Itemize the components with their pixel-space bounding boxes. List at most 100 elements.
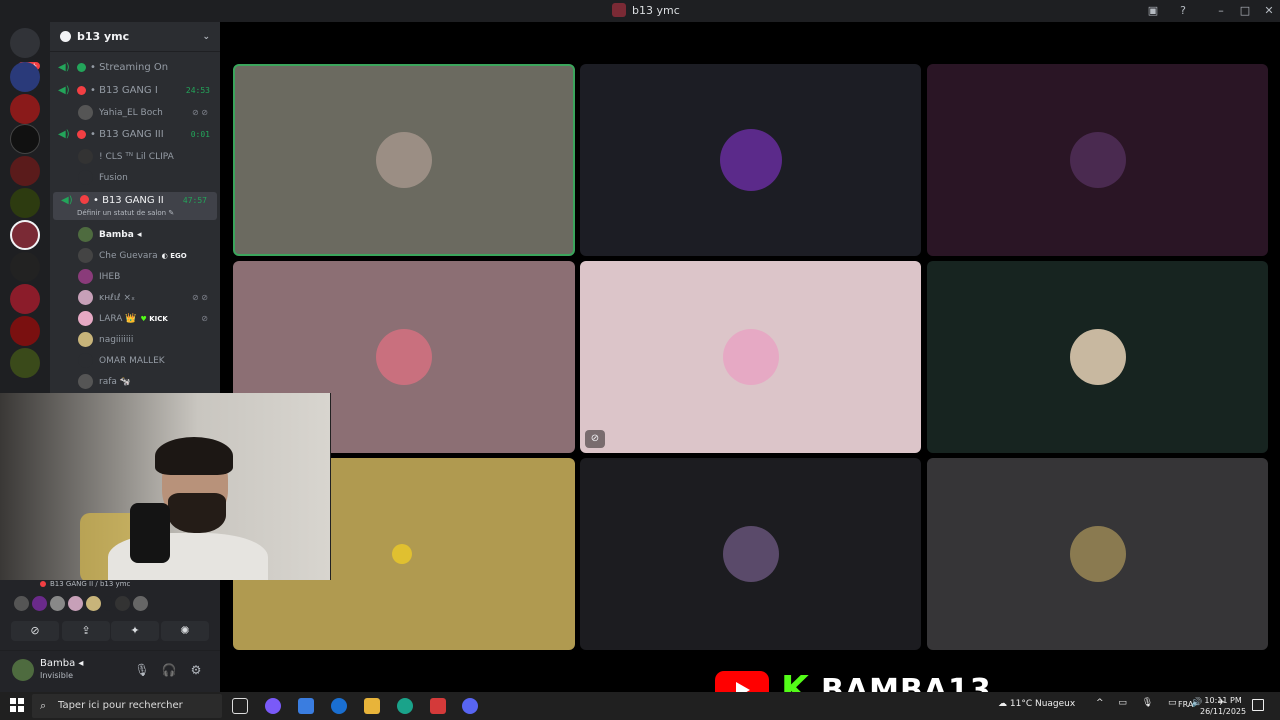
windows-start-icon[interactable] xyxy=(10,698,24,712)
minimize-button[interactable]: – xyxy=(1213,3,1229,19)
server-icon-4[interactable] xyxy=(10,252,40,282)
voice-user[interactable]: LARA 👑 KICK ⊘ xyxy=(50,308,220,329)
calendar-app-icon[interactable] xyxy=(298,698,314,714)
voice-user[interactable]: nagiiiiiii xyxy=(50,329,220,350)
taskbar-clock[interactable]: 10:11 PM 26/11/2025 xyxy=(1200,695,1246,717)
camera-off-button[interactable]: ⊘ xyxy=(11,621,59,641)
participant-tile[interactable] xyxy=(580,458,921,650)
user-name: LARA 👑 xyxy=(99,313,137,324)
voice-user[interactable]: Yahia_EL Boch ⊘ ⊘ xyxy=(50,102,220,123)
avatar[interactable] xyxy=(14,596,29,611)
user-name: IHEB xyxy=(99,271,121,282)
close-button[interactable]: ✕ xyxy=(1261,3,1277,19)
set-channel-status-link[interactable]: Définir un statut de salon ✎ xyxy=(77,209,174,217)
participant-tile[interactable] xyxy=(580,64,921,256)
taskbar-search[interactable]: ⌕ Taper ici pour rechercher xyxy=(32,694,222,718)
participant-tile[interactable] xyxy=(927,261,1268,453)
participant-tile[interactable] xyxy=(233,64,575,256)
avatar[interactable] xyxy=(32,596,47,611)
status-dot xyxy=(77,130,86,139)
avatar[interactable] xyxy=(86,596,101,611)
voice-channel-gang2[interactable]: ◀) • B13 GANG II 47:57 Définir un statut… xyxy=(53,192,217,220)
direct-messages-icon[interactable] xyxy=(10,28,40,58)
voice-channel-streaming[interactable]: ◀) • Streaming On xyxy=(50,56,220,79)
voice-user[interactable]: IHEB xyxy=(50,266,220,287)
store-app-icon[interactable] xyxy=(430,698,446,714)
speaker-icon: ◀) xyxy=(58,129,70,140)
participant-avatar xyxy=(1069,132,1126,188)
voice-user[interactable]: Che Guevara ◐ EGO xyxy=(50,245,220,266)
voice-user[interactable]: rafa 🐄 xyxy=(50,371,220,392)
server-icon-3[interactable] xyxy=(10,156,40,186)
file-explorer-icon[interactable] xyxy=(364,698,380,714)
language-indicator[interactable]: FRA xyxy=(1178,700,1193,709)
copilot-icon[interactable] xyxy=(265,698,281,714)
weather-widget[interactable]: ☁ 11°C Nuageux xyxy=(998,699,1075,709)
status-dot xyxy=(77,63,86,72)
participant-tile[interactable] xyxy=(927,64,1268,256)
guild-tag: ◐ EGO xyxy=(161,251,187,260)
avatar[interactable] xyxy=(104,596,112,611)
user-name: ! CLS ᵀᴺ Lil CLIPA xyxy=(99,151,174,162)
webcam-person-hair xyxy=(155,437,233,475)
voice-user[interactable]: OMAR MALLEK xyxy=(50,350,220,371)
channel-name: • Streaming On xyxy=(90,62,169,73)
outlook-icon[interactable] xyxy=(331,698,347,714)
participant-avatar xyxy=(722,526,779,582)
speaker-icon: ◀) xyxy=(61,195,73,206)
server-icon-bamba[interactable] xyxy=(10,188,40,218)
server-icon-7[interactable] xyxy=(10,348,40,378)
chevron-down-icon[interactable]: ⌄ xyxy=(202,32,210,42)
soundboard-button[interactable]: ✺ xyxy=(161,621,209,641)
voice-channel-gang1[interactable]: ◀) • B13 GANG I 24:53 xyxy=(50,79,220,102)
server-icon-5[interactable] xyxy=(10,284,40,314)
status-dot xyxy=(40,581,46,587)
avatar xyxy=(78,269,93,284)
task-view-icon[interactable] xyxy=(232,698,248,714)
participant-tile[interactable] xyxy=(927,458,1268,650)
avatar[interactable] xyxy=(115,596,130,611)
status-dot xyxy=(77,86,86,95)
status-dot xyxy=(80,195,89,204)
voice-connection-text[interactable]: B13 GANG II / b13 ymc xyxy=(50,580,130,588)
inbox-icon[interactable]: ▣ xyxy=(1145,3,1161,19)
help-icon[interactable]: ? xyxy=(1175,3,1191,19)
participant-tile[interactable]: ⊘ xyxy=(580,261,921,453)
discord-app-icon[interactable] xyxy=(462,698,478,714)
activities-button[interactable]: ✦ xyxy=(111,621,159,641)
server-icon-1[interactable] xyxy=(10,62,40,92)
avatar[interactable] xyxy=(133,596,148,611)
notifications-icon[interactable] xyxy=(1252,699,1264,711)
edge-browser-icon[interactable] xyxy=(397,698,413,714)
avatar[interactable] xyxy=(68,596,83,611)
screen-share-button[interactable]: ⇪ xyxy=(62,621,110,641)
server-icon-6[interactable] xyxy=(10,316,40,346)
voice-user[interactable]: Bamba ◂ xyxy=(50,224,220,245)
voice-stage: ⊘ xyxy=(220,22,1280,692)
channel-timer: 47:57 xyxy=(182,196,207,205)
muted-icon: ⊘ xyxy=(201,314,208,323)
guild-header[interactable]: b13 ymc ⌄ xyxy=(50,22,220,52)
avatar xyxy=(78,248,93,263)
maximize-button[interactable]: □ xyxy=(1237,3,1253,19)
guild-icon xyxy=(60,31,71,42)
settings-gear-icon[interactable]: ⚙ xyxy=(187,661,205,679)
user-name[interactable]: Bamba ◂ xyxy=(40,658,83,669)
clock-time: 10:11 PM xyxy=(1204,696,1242,705)
voice-user[interactable]: ! CLS ᵀᴺ Lil CLIPA xyxy=(50,146,220,167)
channel-name: • B13 GANG III xyxy=(90,129,164,140)
avatar[interactable] xyxy=(50,596,65,611)
avatar[interactable] xyxy=(12,659,34,681)
user-panel: Bamba ◂ Invisible 🎙 🎧 ⚙ xyxy=(0,650,220,692)
microphone-icon[interactable]: 🎙 xyxy=(133,661,151,679)
voice-channel-gang3[interactable]: ◀) • B13 GANG III 0:01 xyxy=(50,123,220,146)
voice-user[interactable]: ĸнℓιℓ ×ₓ ⊘ ⊘ xyxy=(50,287,220,308)
server-icon-2[interactable] xyxy=(10,94,40,124)
server-icon-b13-active[interactable] xyxy=(10,220,40,250)
guild-name: b13 ymc xyxy=(77,30,130,43)
server-icon-ymc[interactable] xyxy=(10,124,40,154)
headphones-icon[interactable]: 🎧 xyxy=(160,661,178,679)
voice-user[interactable]: Fusion xyxy=(50,167,220,188)
windows-taskbar: ⌕ Taper ici pour rechercher ☁ 11°C Nuage… xyxy=(0,692,1280,720)
channel-sidebar: b13 ymc ⌄ ◀) • Streaming On ◀) • B13 GAN… xyxy=(50,22,220,394)
